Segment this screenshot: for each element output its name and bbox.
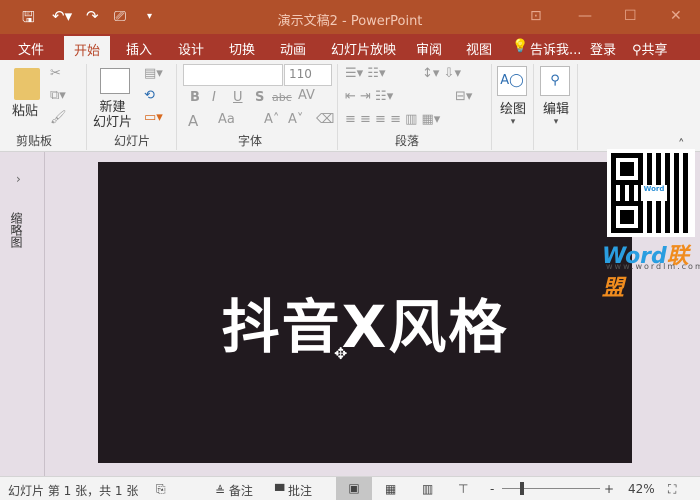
qr-logo: Word bbox=[641, 185, 667, 201]
tab-insert[interactable]: 插入 bbox=[126, 39, 152, 58]
notes-button[interactable]: ≜ 备注 bbox=[215, 482, 253, 499]
strikethrough-button[interactable]: abc bbox=[272, 91, 292, 104]
divider bbox=[577, 64, 578, 150]
group-font-label: 字体 bbox=[238, 134, 263, 148]
indent-icon[interactable]: ⇤ ⇥ ☷▾ bbox=[345, 89, 393, 104]
divider bbox=[337, 64, 338, 150]
status-bar: 幻灯片 第 1 张，共 1 张 ⎘ ≜ 备注 ▀ 批注 ▣ ▦ ▥ ⊤ - + … bbox=[0, 476, 700, 500]
slide-info: 幻灯片 第 1 张，共 1 张 bbox=[8, 484, 139, 498]
tab-review[interactable]: 审阅 bbox=[416, 39, 442, 58]
reading-view-icon[interactable]: ▥ bbox=[422, 482, 433, 496]
section-icon[interactable]: ▭▾ bbox=[144, 110, 163, 125]
group-slides-label: 幻灯片 bbox=[114, 134, 151, 148]
char-spacing-button[interactable]: AV bbox=[298, 88, 315, 103]
person-add-icon: ⚲ bbox=[632, 43, 642, 58]
slide-canvas[interactable]: 抖音X风格 bbox=[98, 162, 632, 463]
font-name-input[interactable] bbox=[183, 64, 283, 86]
zoom-slider-thumb[interactable] bbox=[520, 482, 524, 495]
tab-transitions[interactable]: 切换 bbox=[229, 39, 255, 58]
divider bbox=[533, 64, 534, 150]
format-painter-icon[interactable]: 🖌 bbox=[50, 110, 67, 125]
zoom-out-button[interactable]: - bbox=[490, 482, 494, 496]
line-spacing-icon[interactable]: ↕▾ ⇩▾ bbox=[422, 66, 461, 81]
close-icon[interactable]: ✕ bbox=[670, 8, 682, 24]
decrease-font-icon[interactable]: A˅ bbox=[288, 112, 303, 127]
align-text-icon[interactable]: ⊟▾ bbox=[455, 89, 472, 104]
shapes-icon: A◯ bbox=[497, 66, 527, 96]
editing-button[interactable]: 编辑 ▾ bbox=[543, 98, 569, 127]
window-title: 演示文稿2 - PowerPoint bbox=[277, 14, 423, 29]
font-size-input[interactable]: 110 bbox=[284, 64, 332, 86]
tab-file[interactable]: 文件 bbox=[18, 39, 44, 58]
normal-view-icon[interactable]: ▣ bbox=[336, 477, 372, 500]
paste-button[interactable]: 粘贴 bbox=[12, 100, 38, 119]
move-cursor-icon: ✥ bbox=[334, 344, 348, 363]
zoom-level[interactable]: 42% bbox=[628, 482, 655, 496]
tab-slideshow[interactable]: 幻灯片放映 bbox=[331, 39, 396, 58]
title-bar: 🖫 ↶▾ ↷ ⎚ ▾ 演示文稿2 - PowerPoint ⊡ — ☐ ✕ bbox=[0, 0, 700, 34]
layout-icon[interactable]: ▤▾ bbox=[144, 66, 163, 81]
slideshow-icon[interactable]: ⊤ bbox=[458, 482, 468, 496]
thumbnail-pane: › 缩略图 bbox=[0, 152, 45, 476]
cut-icon[interactable]: ✂ bbox=[50, 66, 61, 81]
align-icons[interactable]: ≡ ≡ ≡ ≡ ▥ ▦▾ bbox=[345, 112, 440, 127]
reset-icon[interactable]: ⟲ bbox=[144, 88, 155, 103]
change-case-button[interactable]: Aa bbox=[218, 112, 235, 127]
new-slide-icon bbox=[100, 68, 130, 94]
minimize-icon[interactable]: — bbox=[578, 8, 592, 24]
group-paragraph-label: 段落 bbox=[395, 134, 420, 148]
divider bbox=[86, 64, 87, 150]
ribbon-display-icon[interactable]: ⊡ bbox=[530, 8, 542, 24]
new-slide-button[interactable]: 新建 幻灯片 bbox=[93, 100, 132, 130]
zoom-slider[interactable] bbox=[502, 488, 600, 489]
drawing-button[interactable]: 绘图 ▾ bbox=[500, 98, 526, 127]
chevron-down-icon: ▾ bbox=[553, 117, 559, 127]
bold-button[interactable]: B bbox=[190, 90, 200, 105]
tell-me-box[interactable]: 告诉我... bbox=[530, 39, 581, 58]
ribbon-tabs: 文件 开始 插入 设计 切换 动画 幻灯片放映 审阅 视图 💡 告诉我... 登… bbox=[0, 34, 700, 60]
watermark-url: www.wordlm.com bbox=[606, 262, 700, 271]
italic-button[interactable]: I bbox=[212, 90, 216, 105]
expand-thumbnails-icon[interactable]: › bbox=[16, 172, 21, 186]
chevron-down-icon: ▾ bbox=[510, 117, 516, 127]
search-icon: ⚲ bbox=[540, 66, 570, 96]
font-color-button[interactable]: A bbox=[188, 112, 198, 130]
tab-design[interactable]: 设计 bbox=[178, 39, 204, 58]
lightbulb-icon: 💡 bbox=[512, 39, 529, 54]
divider bbox=[491, 64, 492, 150]
tab-view[interactable]: 视图 bbox=[466, 39, 492, 58]
thumbnail-pane-label[interactable]: 缩略图 bbox=[8, 212, 25, 248]
tab-animations[interactable]: 动画 bbox=[280, 39, 306, 58]
group-clipboard-label: 剪贴板 bbox=[16, 134, 53, 148]
divider bbox=[176, 64, 177, 150]
underline-button[interactable]: U bbox=[233, 90, 243, 105]
shadow-button[interactable]: S bbox=[255, 90, 264, 105]
slide-sorter-icon[interactable]: ▦ bbox=[385, 482, 396, 496]
increase-font-icon[interactable]: A˄ bbox=[264, 112, 279, 127]
login-link[interactable]: 登录 bbox=[590, 39, 616, 58]
share-button[interactable]: ⚲共享 bbox=[632, 39, 668, 58]
paste-icon bbox=[14, 68, 40, 100]
bullets-icon[interactable]: ☰▾ ☷▾ bbox=[345, 66, 386, 81]
comments-button[interactable]: ▀ 批注 bbox=[275, 482, 312, 499]
tab-home[interactable]: 开始 bbox=[64, 36, 111, 60]
fit-to-window-icon[interactable]: ⛶ bbox=[668, 482, 676, 497]
maximize-icon[interactable]: ☐ bbox=[624, 8, 637, 24]
zoom-in-button[interactable]: + bbox=[604, 482, 614, 496]
ribbon: 粘贴 ✂ ⧉▾ 🖌 剪贴板 新建 幻灯片 ▤▾ ⟲ ▭▾ 幻灯片 110 B I … bbox=[0, 60, 700, 153]
spellcheck-icon[interactable]: ⎘ bbox=[156, 482, 166, 497]
qr-code-watermark: Word bbox=[607, 149, 695, 237]
slide-title[interactable]: 抖音X风格 bbox=[98, 280, 632, 364]
clear-format-icon[interactable]: ⌫ bbox=[316, 112, 334, 127]
copy-icon[interactable]: ⧉▾ bbox=[50, 88, 66, 103]
